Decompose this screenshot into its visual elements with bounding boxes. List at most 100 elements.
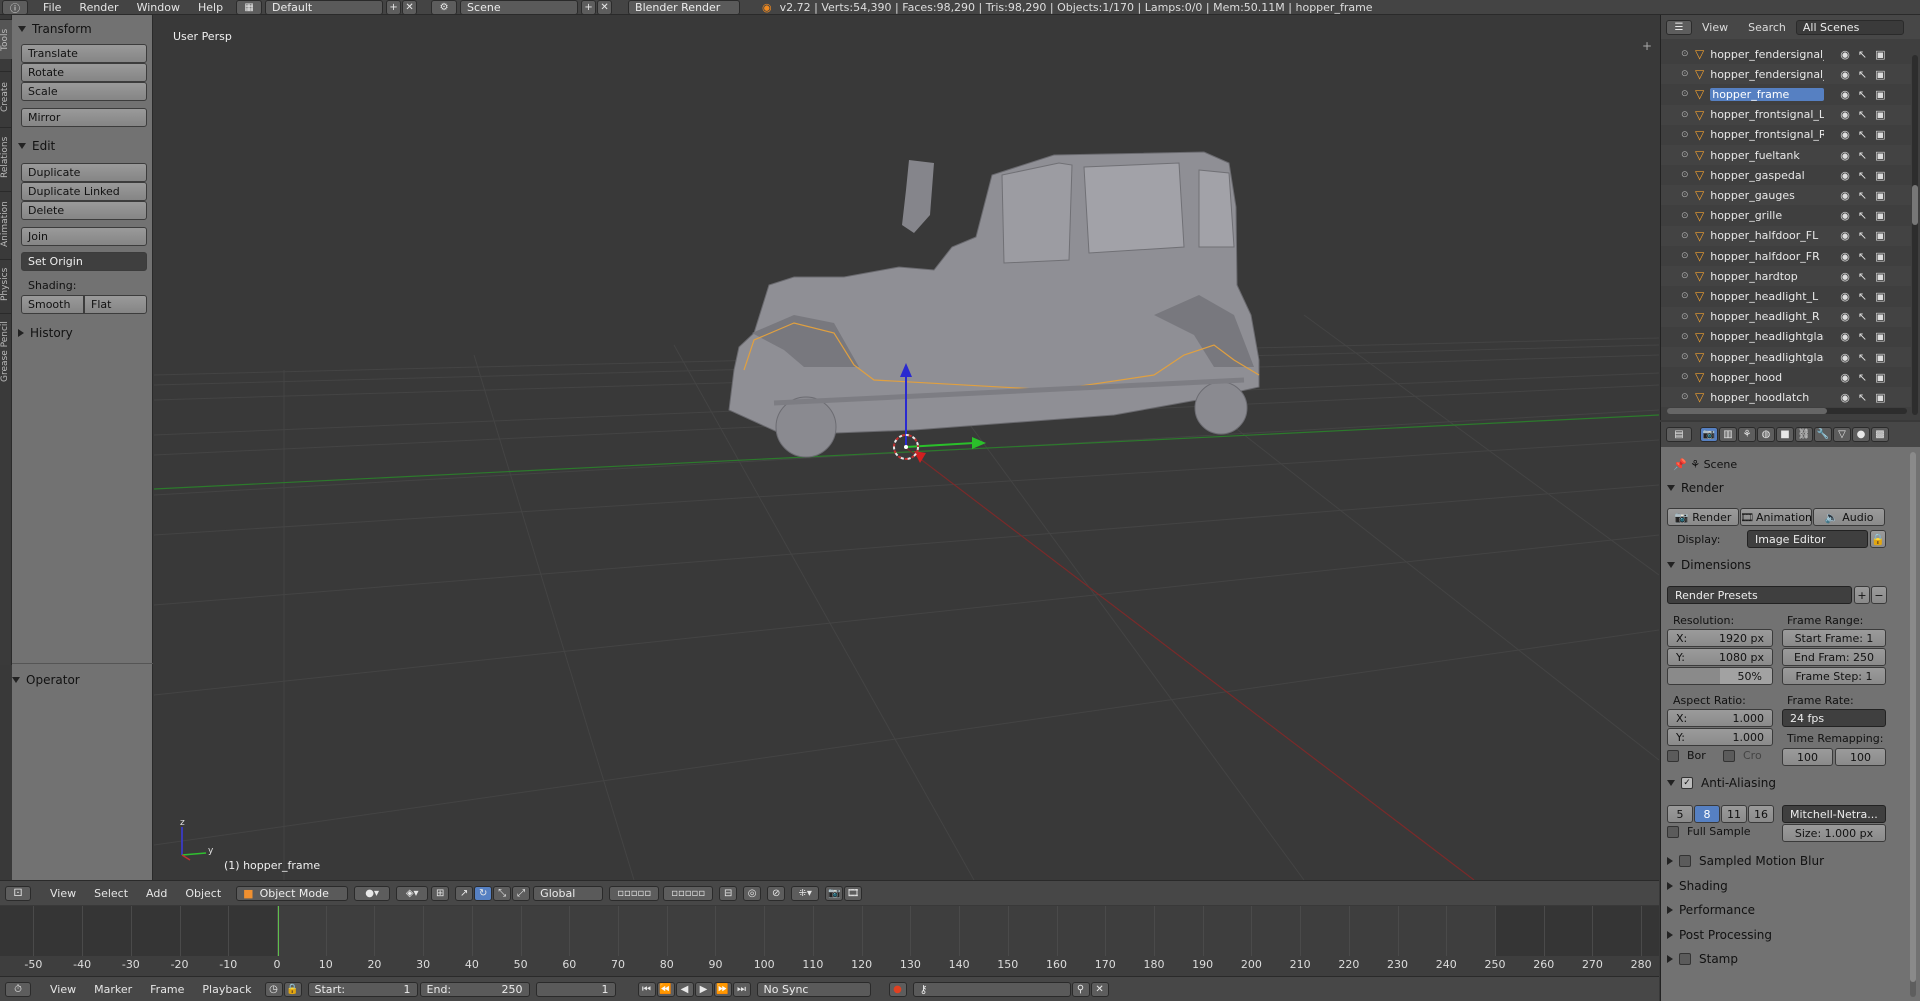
expand-dot-icon[interactable]: ⊙: [1681, 251, 1695, 261]
lock-interface-icon[interactable]: 🔒: [1870, 530, 1886, 548]
history-panel-header[interactable]: History: [12, 322, 152, 344]
crop-check-box[interactable]: [1723, 749, 1735, 762]
renderable-camera-icon[interactable]: ▣: [1875, 270, 1885, 283]
visibility-eye-icon[interactable]: ◉: [1840, 68, 1850, 81]
expand-dot-icon[interactable]: ⊙: [1681, 231, 1695, 241]
collapsed-panel-header[interactable]: Performance: [1667, 899, 1913, 921]
remove-layout-icon[interactable]: ✕: [402, 0, 418, 15]
outliner-item[interactable]: ⊙ ▽ hopper_grille ◉ ↖ ▣: [1661, 206, 1911, 226]
aspect-y-field[interactable]: Y: 1.000: [1667, 728, 1773, 746]
renderable-camera-icon[interactable]: ▣: [1875, 189, 1885, 202]
editor-type-button[interactable]: ▤: [1666, 427, 1692, 442]
add-layout-icon[interactable]: +: [386, 0, 402, 15]
play-icon[interactable]: ▶: [694, 981, 713, 997]
selectable-cursor-icon[interactable]: ↖: [1858, 229, 1867, 242]
expand-dot-icon[interactable]: ⊙: [1681, 130, 1695, 140]
record-icon[interactable]: ●: [888, 981, 907, 997]
outliner-item-label[interactable]: hopper_fendersignal_R: [1710, 68, 1824, 81]
outliner-item[interactable]: ⊙ ▽ hopper_headlightglass ◉ ↖ ▣: [1661, 327, 1911, 347]
expand-dot-icon[interactable]: ⊙: [1681, 291, 1695, 301]
visibility-eye-icon[interactable]: ◉: [1840, 270, 1850, 283]
menu-marker[interactable]: Marker: [85, 983, 141, 996]
outliner-item-label[interactable]: hopper_gauges: [1710, 189, 1824, 202]
outliner-item[interactable]: ⊙ ▽ hopper_frontsignal_R ◉ ↖ ▣: [1661, 125, 1911, 145]
data-context-icon[interactable]: ▽: [1833, 427, 1851, 442]
selectable-cursor-icon[interactable]: ↖: [1858, 371, 1867, 384]
visibility-eye-icon[interactable]: ◉: [1840, 88, 1850, 101]
renderable-camera-icon[interactable]: ▣: [1875, 88, 1885, 101]
outliner-item-label[interactable]: hopper_frame: [1710, 87, 1825, 101]
outliner-item-label[interactable]: hopper_fueltank: [1710, 149, 1824, 162]
visibility-eye-icon[interactable]: ◉: [1840, 250, 1850, 263]
renderable-camera-icon[interactable]: ▣: [1875, 310, 1885, 323]
renderable-camera-icon[interactable]: ▣: [1875, 209, 1885, 222]
collapsed-panel-header[interactable]: Shading: [1667, 875, 1913, 897]
outliner-item-label[interactable]: hopper_headlightglass: [1710, 330, 1824, 343]
expand-dot-icon[interactable]: ⊙: [1681, 89, 1695, 99]
menu-window[interactable]: Window: [128, 1, 189, 14]
selectable-cursor-icon[interactable]: ↖: [1858, 250, 1867, 263]
renderable-camera-icon[interactable]: ▣: [1875, 108, 1885, 121]
transform-panel-header[interactable]: Transform: [12, 18, 152, 40]
hscroll-thumb[interactable]: [1667, 408, 1827, 414]
anti-aliasing-panel-header[interactable]: ✓ Anti-Aliasing: [1667, 772, 1913, 794]
outliner-item[interactable]: ⊙ ▽ hopper_hood ◉ ↖ ▣: [1661, 367, 1911, 387]
outliner-item[interactable]: ⊙ ▽ hopper_hoodlatch ◉ ↖ ▣: [1661, 387, 1911, 408]
editor-type-button[interactable]: ⓘ: [2, 0, 28, 15]
mode-select[interactable]: ■ Object Mode: [236, 885, 349, 901]
render-presets-select[interactable]: Render Presets: [1667, 586, 1852, 604]
visibility-eye-icon[interactable]: ◉: [1840, 128, 1850, 141]
outliner-item-label[interactable]: hopper_hood: [1710, 371, 1824, 384]
frame-step-field[interactable]: Frame Step: 1: [1782, 667, 1886, 685]
visibility-eye-icon[interactable]: ◉: [1840, 209, 1850, 222]
add-scene-icon[interactable]: +: [581, 0, 597, 15]
visibility-eye-icon[interactable]: ◉: [1840, 189, 1850, 202]
visibility-eye-icon[interactable]: ◉: [1840, 169, 1850, 182]
resolution-x-field[interactable]: X: 1920 px: [1667, 629, 1773, 647]
animation-button[interactable]: 🎞 Animation: [1740, 508, 1812, 526]
visibility-eye-icon[interactable]: ◉: [1840, 391, 1850, 404]
collapsed-panel-header[interactable]: Post Processing: [1667, 924, 1913, 946]
texture-icon[interactable]: ▩: [1871, 427, 1889, 442]
use-preview-range-icon[interactable]: ◷: [264, 981, 283, 997]
display-select[interactable]: Image Editor: [1747, 530, 1868, 548]
renderable-camera-icon[interactable]: ▣: [1875, 371, 1885, 384]
menu-add[interactable]: Add: [137, 887, 176, 900]
tab-tools[interactable]: Tools: [0, 19, 12, 59]
keying-set-field[interactable]: ⚷: [912, 981, 1071, 997]
editor-type-button[interactable]: ⏱: [5, 981, 31, 997]
scene-icon[interactable]: ⚙: [431, 0, 458, 15]
outliner-item-label[interactable]: hopper_frontsignal_L: [1710, 108, 1824, 121]
selectable-cursor-icon[interactable]: ↖: [1858, 88, 1867, 101]
audio-button[interactable]: 🔈 Audio: [1813, 508, 1885, 526]
display-mode-select[interactable]: All Scenes: [1795, 19, 1904, 35]
outliner-item[interactable]: ⊙ ▽ hopper_fendersignal_L ◉ ↖ ▣: [1661, 44, 1911, 64]
translate-button[interactable]: Translate: [21, 44, 147, 63]
scale-button[interactable]: Scale: [21, 82, 147, 101]
scale-manipulator-icon[interactable]: ⤡: [493, 885, 512, 901]
y-arrow-icon[interactable]: [972, 437, 986, 449]
outliner-item[interactable]: ⊙ ▽ hopper_frame ◉ ↖ ▣: [1661, 84, 1911, 104]
collapsed-panel-header[interactable]: Stamp: [1667, 948, 1913, 970]
renderable-camera-icon[interactable]: ▣: [1875, 149, 1885, 162]
remove-preset-icon[interactable]: −: [1871, 586, 1887, 604]
outliner-item[interactable]: ⊙ ▽ hopper_halfdoor_FL ◉ ↖ ▣: [1661, 225, 1911, 246]
outliner-item[interactable]: ⊙ ▽ hopper_fendersignal_R ◉ ↖ ▣: [1661, 64, 1911, 85]
outliner-search-menu[interactable]: Search: [1748, 21, 1786, 34]
aa-filter-select[interactable]: Mitchell-Netra...: [1782, 805, 1886, 823]
aspect-x-field[interactable]: X: 1.000: [1667, 709, 1773, 727]
current-frame-field[interactable]: 1: [535, 981, 616, 997]
operator-panel-header[interactable]: Operator: [6, 669, 80, 691]
tab-animation[interactable]: Animation: [0, 191, 12, 257]
rotate-manipulator-icon[interactable]: ↻: [474, 885, 493, 901]
selectable-cursor-icon[interactable]: ↖: [1858, 310, 1867, 323]
screen-layout-field[interactable]: Default: [265, 0, 384, 15]
expand-dot-icon[interactable]: ⊙: [1681, 150, 1695, 160]
expand-dot-icon[interactable]: ⊙: [1681, 332, 1695, 342]
dimensions-panel-header[interactable]: Dimensions: [1667, 554, 1913, 576]
render-preview-icon[interactable]: 📷: [825, 885, 844, 901]
outliner-item[interactable]: ⊙ ▽ hopper_frontsignal_L ◉ ↖ ▣: [1661, 104, 1911, 125]
selectable-cursor-icon[interactable]: ↖: [1858, 68, 1867, 81]
selectable-cursor-icon[interactable]: ↖: [1858, 48, 1867, 61]
selectable-cursor-icon[interactable]: ↖: [1858, 169, 1867, 182]
